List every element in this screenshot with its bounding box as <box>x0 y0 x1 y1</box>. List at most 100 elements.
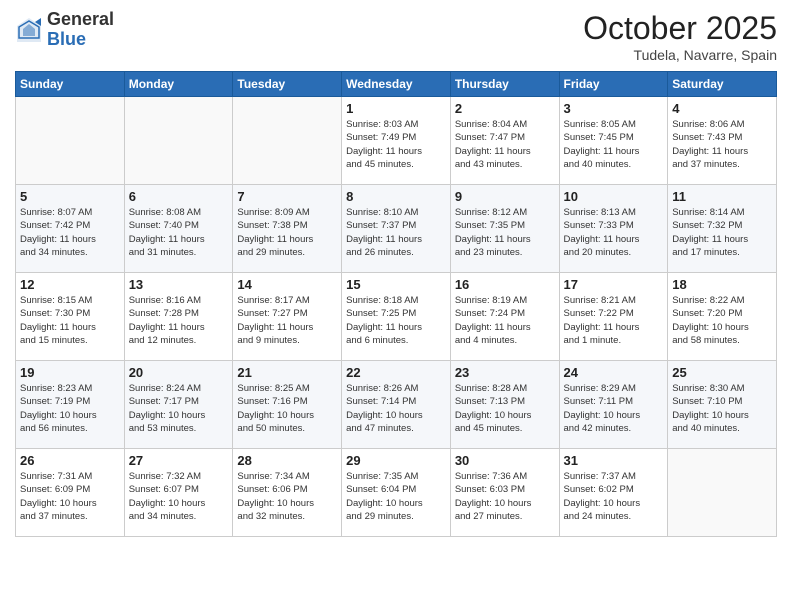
week-row-3: 12Sunrise: 8:15 AM Sunset: 7:30 PM Dayli… <box>16 273 777 361</box>
logo-icon <box>15 16 43 44</box>
calendar-cell <box>668 449 777 537</box>
calendar-cell: 2 Sunrise: 8:04 AM Sunset: 7:47 PM Daylig… <box>450 97 559 185</box>
day-info: Sunrise: 8:17 AM Sunset: 7:27 PM Dayligh… <box>237 294 337 347</box>
day-info: Sunrise: 8:23 AM Sunset: 7:19 PM Dayligh… <box>20 382 120 435</box>
calendar-cell: 20 Sunrise: 8:24 AM Sunset: 7:17 PM Dayli… <box>124 361 233 449</box>
day-number: 15 <box>346 277 446 292</box>
day-number: 2 <box>455 101 555 116</box>
col-header-monday: Monday <box>124 72 233 97</box>
col-header-sunday: Sunday <box>16 72 125 97</box>
day-number: 3 <box>564 101 664 116</box>
day-info: Sunrise: 7:35 AM Sunset: 6:04 PM Dayligh… <box>346 470 446 523</box>
day-number: 1 <box>346 101 446 116</box>
week-row-1: 1 Sunrise: 8:03 AM Sunset: 7:49 PM Daylig… <box>16 97 777 185</box>
calendar-cell: 24 Sunrise: 8:29 AM Sunset: 7:11 PM Dayli… <box>559 361 668 449</box>
location: Tudela, Navarre, Spain <box>583 47 777 63</box>
day-number: 12 <box>20 277 120 292</box>
calendar-cell <box>124 97 233 185</box>
day-number: 22 <box>346 365 446 380</box>
day-number: 8 <box>346 189 446 204</box>
day-number: 30 <box>455 453 555 468</box>
day-number: 13 <box>129 277 229 292</box>
day-info: Sunrise: 8:03 AM Sunset: 7:49 PM Dayligh… <box>346 118 446 171</box>
calendar-cell: 26 Sunrise: 7:31 AM Sunset: 6:09 PM Dayli… <box>16 449 125 537</box>
day-number: 31 <box>564 453 664 468</box>
day-number: 19 <box>20 365 120 380</box>
calendar-cell: 28Sunrise: 7:34 AM Sunset: 6:06 PM Dayli… <box>233 449 342 537</box>
day-info: Sunrise: 8:19 AM Sunset: 7:24 PM Dayligh… <box>455 294 555 347</box>
day-number: 28 <box>237 453 337 468</box>
day-number: 16 <box>455 277 555 292</box>
day-number: 26 <box>20 453 120 468</box>
calendar-cell: 27 Sunrise: 7:32 AM Sunset: 6:07 PM Dayli… <box>124 449 233 537</box>
calendar-cell: 22 Sunrise: 8:26 AM Sunset: 7:14 PM Dayli… <box>342 361 451 449</box>
calendar-cell: 5Sunrise: 8:07 AM Sunset: 7:42 PM Daylig… <box>16 185 125 273</box>
day-info: Sunrise: 8:29 AM Sunset: 7:11 PM Dayligh… <box>564 382 664 435</box>
calendar-cell: 10 Sunrise: 8:13 AM Sunset: 7:33 PM Dayli… <box>559 185 668 273</box>
calendar-cell: 9 Sunrise: 8:12 AM Sunset: 7:35 PM Daylig… <box>450 185 559 273</box>
day-info: Sunrise: 8:04 AM Sunset: 7:47 PM Dayligh… <box>455 118 555 171</box>
calendar-cell: 29 Sunrise: 7:35 AM Sunset: 6:04 PM Dayli… <box>342 449 451 537</box>
day-info: Sunrise: 8:09 AM Sunset: 7:38 PM Dayligh… <box>237 206 337 259</box>
day-info: Sunrise: 8:30 AM Sunset: 7:10 PM Dayligh… <box>672 382 772 435</box>
day-number: 11 <box>672 189 772 204</box>
calendar-cell: 15 Sunrise: 8:18 AM Sunset: 7:25 PM Dayli… <box>342 273 451 361</box>
day-number: 21 <box>237 365 337 380</box>
day-info: Sunrise: 8:05 AM Sunset: 7:45 PM Dayligh… <box>564 118 664 171</box>
calendar-cell: 16 Sunrise: 8:19 AM Sunset: 7:24 PM Dayli… <box>450 273 559 361</box>
day-number: 17 <box>564 277 664 292</box>
day-info: Sunrise: 8:21 AM Sunset: 7:22 PM Dayligh… <box>564 294 664 347</box>
day-info: Sunrise: 8:12 AM Sunset: 7:35 PM Dayligh… <box>455 206 555 259</box>
calendar-cell: 4Sunrise: 8:06 AM Sunset: 7:43 PM Daylig… <box>668 97 777 185</box>
day-number: 6 <box>129 189 229 204</box>
col-header-saturday: Saturday <box>668 72 777 97</box>
day-number: 20 <box>129 365 229 380</box>
day-info: Sunrise: 8:28 AM Sunset: 7:13 PM Dayligh… <box>455 382 555 435</box>
calendar-cell: 31 Sunrise: 7:37 AM Sunset: 6:02 PM Dayli… <box>559 449 668 537</box>
logo: General Blue <box>15 10 114 50</box>
calendar: SundayMondayTuesdayWednesdayThursdayFrid… <box>15 71 777 537</box>
day-info: Sunrise: 8:13 AM Sunset: 7:33 PM Dayligh… <box>564 206 664 259</box>
calendar-cell: 19 Sunrise: 8:23 AM Sunset: 7:19 PM Dayli… <box>16 361 125 449</box>
calendar-cell: 14Sunrise: 8:17 AM Sunset: 7:27 PM Dayli… <box>233 273 342 361</box>
day-info: Sunrise: 8:22 AM Sunset: 7:20 PM Dayligh… <box>672 294 772 347</box>
logo-general-text: General <box>47 9 114 29</box>
month-title: October 2025 <box>583 10 777 47</box>
day-info: Sunrise: 7:31 AM Sunset: 6:09 PM Dayligh… <box>20 470 120 523</box>
header: General Blue October 2025 Tudela, Navarr… <box>15 10 777 63</box>
day-info: Sunrise: 8:07 AM Sunset: 7:42 PM Dayligh… <box>20 206 120 259</box>
day-info: Sunrise: 8:18 AM Sunset: 7:25 PM Dayligh… <box>346 294 446 347</box>
day-info: Sunrise: 8:14 AM Sunset: 7:32 PM Dayligh… <box>672 206 772 259</box>
calendar-cell: 7Sunrise: 8:09 AM Sunset: 7:38 PM Daylig… <box>233 185 342 273</box>
day-number: 10 <box>564 189 664 204</box>
day-info: Sunrise: 8:16 AM Sunset: 7:28 PM Dayligh… <box>129 294 229 347</box>
day-number: 24 <box>564 365 664 380</box>
calendar-cell: 30 Sunrise: 7:36 AM Sunset: 6:03 PM Dayli… <box>450 449 559 537</box>
day-number: 25 <box>672 365 772 380</box>
day-number: 9 <box>455 189 555 204</box>
day-info: Sunrise: 8:26 AM Sunset: 7:14 PM Dayligh… <box>346 382 446 435</box>
calendar-cell: 17 Sunrise: 8:21 AM Sunset: 7:22 PM Dayli… <box>559 273 668 361</box>
day-info: Sunrise: 8:10 AM Sunset: 7:37 PM Dayligh… <box>346 206 446 259</box>
day-number: 29 <box>346 453 446 468</box>
calendar-cell: 18 Sunrise: 8:22 AM Sunset: 7:20 PM Dayli… <box>668 273 777 361</box>
calendar-header-row: SundayMondayTuesdayWednesdayThursdayFrid… <box>16 72 777 97</box>
week-row-2: 5Sunrise: 8:07 AM Sunset: 7:42 PM Daylig… <box>16 185 777 273</box>
day-number: 27 <box>129 453 229 468</box>
day-info: Sunrise: 8:25 AM Sunset: 7:16 PM Dayligh… <box>237 382 337 435</box>
day-number: 18 <box>672 277 772 292</box>
calendar-cell: 21 Sunrise: 8:25 AM Sunset: 7:16 PM Dayli… <box>233 361 342 449</box>
col-header-tuesday: Tuesday <box>233 72 342 97</box>
calendar-cell: 13 Sunrise: 8:16 AM Sunset: 7:28 PM Dayli… <box>124 273 233 361</box>
day-number: 4 <box>672 101 772 116</box>
day-info: Sunrise: 8:24 AM Sunset: 7:17 PM Dayligh… <box>129 382 229 435</box>
day-info: Sunrise: 7:37 AM Sunset: 6:02 PM Dayligh… <box>564 470 664 523</box>
day-number: 23 <box>455 365 555 380</box>
day-info: Sunrise: 7:32 AM Sunset: 6:07 PM Dayligh… <box>129 470 229 523</box>
day-info: Sunrise: 7:36 AM Sunset: 6:03 PM Dayligh… <box>455 470 555 523</box>
calendar-cell: 6Sunrise: 8:08 AM Sunset: 7:40 PM Daylig… <box>124 185 233 273</box>
col-header-wednesday: Wednesday <box>342 72 451 97</box>
calendar-cell: 1 Sunrise: 8:03 AM Sunset: 7:49 PM Daylig… <box>342 97 451 185</box>
calendar-cell: 3 Sunrise: 8:05 AM Sunset: 7:45 PM Daylig… <box>559 97 668 185</box>
col-header-friday: Friday <box>559 72 668 97</box>
